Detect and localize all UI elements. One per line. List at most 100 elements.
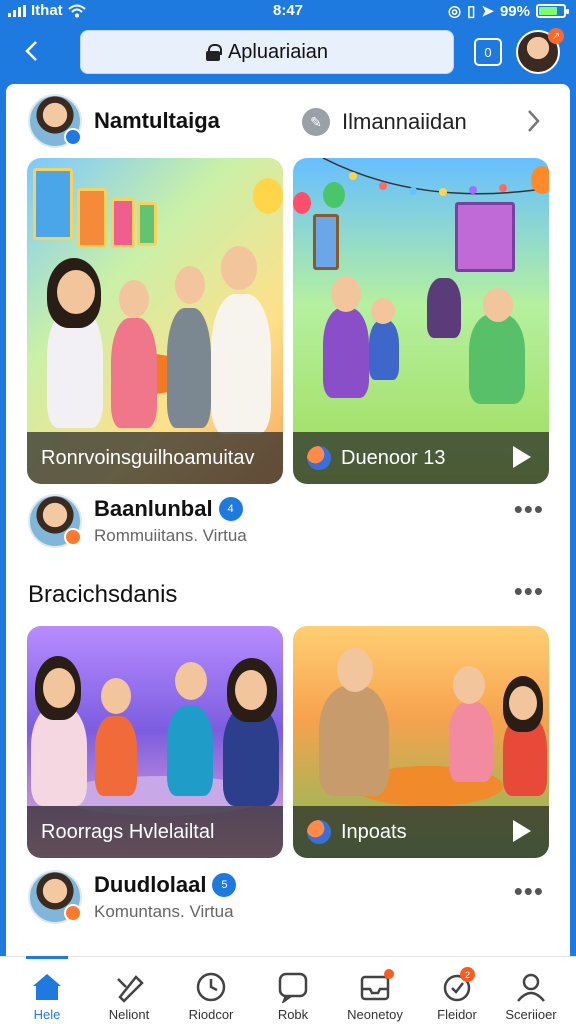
- person: [167, 706, 213, 796]
- tab-clock[interactable]: Riodcor: [170, 957, 252, 1024]
- status-dot-icon: [64, 528, 82, 546]
- caption-text: Inpoats: [341, 820, 407, 843]
- video-card[interactable]: Roorrags Hvlelailtal: [27, 626, 283, 858]
- section-title: Bracichsdanis: [28, 581, 178, 608]
- tabs-button[interactable]: 0: [474, 38, 502, 66]
- person: [427, 278, 461, 338]
- author-name: Baanlunbal: [94, 496, 213, 521]
- person: [469, 314, 525, 404]
- play-icon[interactable]: [513, 820, 531, 842]
- face: [221, 246, 257, 290]
- profile-icon: [517, 973, 545, 1002]
- related-label: Ilmannaiidan: [342, 109, 467, 134]
- browser-nav-bar: Apluariaian 0 ↗: [0, 22, 576, 84]
- face: [483, 288, 513, 322]
- balloon: [531, 166, 549, 194]
- related-link[interactable]: ✎ Ilmannaiidan: [302, 108, 467, 136]
- tab-inbox[interactable]: Neonetoy: [334, 957, 416, 1024]
- person: [211, 294, 271, 434]
- status-bar: Ithat 8:47 ◎ ▯ ➤ 99%: [0, 0, 576, 22]
- face: [371, 298, 395, 324]
- author-subtitle: Komuntans. Virtua: [94, 902, 234, 921]
- play-icon[interactable]: [513, 446, 531, 468]
- battery-percent: 99%: [499, 2, 530, 20]
- face: [453, 666, 485, 704]
- chat-icon: [278, 972, 308, 1003]
- card-caption: Roorrags Hvlelailtal: [27, 806, 283, 858]
- edit-icon: ✎: [302, 108, 330, 136]
- status-dot-icon: [64, 904, 82, 922]
- video-card[interactable]: Duenoor 13: [293, 158, 549, 484]
- tools-icon: [117, 975, 144, 1003]
- video-card[interactable]: Inpoats: [293, 626, 549, 858]
- person: [111, 318, 157, 428]
- caption-text: Ronrvoinsguilhoamuitav: [41, 446, 255, 469]
- wall-poster: [137, 202, 157, 246]
- author-name: Namtultaiga: [94, 108, 220, 133]
- tab-chat[interactable]: Robk: [252, 957, 334, 1024]
- face: [119, 280, 149, 318]
- status-right: ◎ ▯ ➤ 99%: [448, 2, 569, 20]
- clock-icon: [196, 972, 226, 1002]
- face: [101, 678, 131, 714]
- person: [31, 706, 87, 806]
- author-block: Baanlunbal 4 Rommuiitans. Virtua: [94, 496, 247, 546]
- tab-label: Robk: [277, 1007, 309, 1022]
- profile-badge: ↗: [548, 28, 564, 44]
- bottom-tab-bar: Hele Neliont Riodcor Robk Neonetoy 2 Fle…: [0, 956, 576, 1024]
- balloon: [293, 192, 311, 214]
- vibrate-icon: ▯: [467, 3, 476, 20]
- wall-poster: [77, 188, 107, 248]
- face: [509, 686, 537, 720]
- verified-icon: 4: [218, 497, 243, 521]
- feed-item-header[interactable]: Duudlolaal 5 Komuntans. Virtua: [28, 870, 237, 924]
- face: [337, 648, 373, 692]
- caption-text: Duenoor 13: [341, 446, 446, 469]
- notification-badge: 2: [460, 967, 475, 982]
- caption-text: Roorrags Hvlelailtal: [41, 820, 215, 843]
- chevron-right-icon[interactable]: [526, 108, 542, 134]
- tab-home[interactable]: Hele: [6, 956, 88, 1024]
- lock-icon: [205, 44, 222, 61]
- wall-poster: [455, 202, 515, 272]
- address-bar[interactable]: Apluariaian: [80, 30, 454, 74]
- balloon: [323, 182, 345, 208]
- wall-poster: [111, 198, 135, 248]
- author-subtitle: Rommuiitans. Virtua: [94, 526, 247, 545]
- face: [331, 276, 361, 312]
- tab-label: Riodcor: [188, 1007, 234, 1022]
- face: [43, 668, 75, 708]
- more-options-icon[interactable]: •••: [514, 576, 544, 607]
- wall-poster: [33, 168, 73, 240]
- alarm-icon: ◎: [448, 3, 462, 20]
- chevron-left-icon: [25, 41, 37, 61]
- tab-favorites[interactable]: 2 Fleidor: [416, 957, 498, 1024]
- feed-item-header[interactable]: Namtultaiga: [28, 94, 220, 148]
- tab-label: Fleidor: [437, 1007, 477, 1022]
- person: [449, 702, 493, 782]
- person: [319, 686, 389, 796]
- feed: Namtultaiga ✎ Ilmannaiidan Ronrvoinsguil…: [6, 84, 570, 956]
- tab-profile[interactable]: Sceriioer: [490, 957, 572, 1024]
- more-options-icon[interactable]: •••: [514, 876, 544, 907]
- home-icon: [33, 974, 61, 1000]
- balloon: [253, 178, 283, 214]
- person: [95, 716, 137, 796]
- back-button[interactable]: [18, 36, 50, 68]
- person: [167, 308, 211, 428]
- feed-item-header[interactable]: Baanlunbal 4 Rommuiitans. Virtua: [28, 494, 247, 548]
- tab-label: Neliont: [108, 1007, 150, 1022]
- location-icon: ➤: [481, 3, 494, 20]
- person: [369, 320, 399, 380]
- tab-label: Sceriioer: [505, 1007, 557, 1022]
- more-options-icon[interactable]: •••: [514, 494, 544, 525]
- wall-poster: [313, 214, 339, 270]
- face: [57, 270, 95, 314]
- tab-tools[interactable]: Neliont: [88, 957, 170, 1024]
- notification-badge: [384, 969, 394, 979]
- video-card[interactable]: Ronrvoinsguilhoamuitav: [27, 158, 283, 484]
- battery-icon: [536, 4, 569, 18]
- avatar: [28, 494, 82, 548]
- card-caption: Ronrvoinsguilhoamuitav: [27, 432, 283, 484]
- face: [175, 662, 207, 700]
